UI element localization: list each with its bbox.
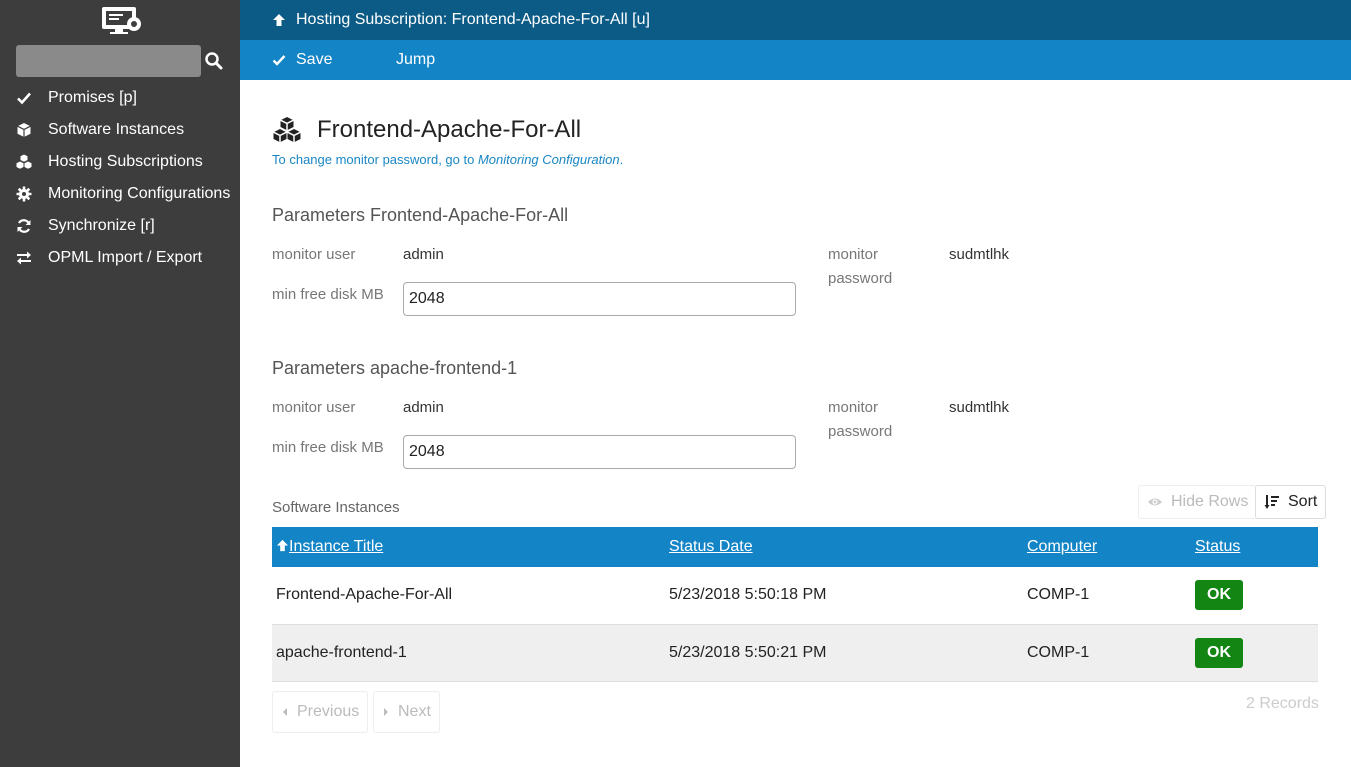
hint-suffix: . bbox=[619, 152, 624, 167]
gear-icon bbox=[16, 186, 32, 202]
monitor-user-label: monitor user bbox=[272, 399, 356, 416]
previous-label: Previous bbox=[297, 703, 360, 720]
column-status[interactable]: Status bbox=[1191, 527, 1318, 567]
min-free-disk-label: min free disk MB bbox=[272, 286, 384, 303]
cube-icon bbox=[16, 122, 32, 138]
column-instance-title[interactable]: Instance Title bbox=[272, 527, 665, 567]
jump-button[interactable]: Jump bbox=[396, 40, 435, 80]
search-box bbox=[16, 45, 226, 77]
monitor-password-label: password bbox=[828, 423, 893, 440]
instance-title-cell: apache-frontend-1 bbox=[276, 643, 407, 661]
exchange-icon bbox=[16, 250, 32, 266]
min-free-disk-label: min free disk MB bbox=[272, 439, 384, 456]
arrow-up-icon bbox=[276, 539, 289, 552]
sidebar-nav: Promises [p] Software Instances Hosting … bbox=[0, 82, 240, 274]
sidebar-item-label: Software Instances bbox=[48, 121, 185, 138]
sidebar-item-label: Promises [p] bbox=[48, 89, 137, 106]
min-free-disk-field[interactable] bbox=[403, 435, 796, 469]
instance-title-cell: Frontend-Apache-For-All bbox=[276, 586, 453, 604]
check-icon bbox=[272, 55, 286, 66]
computer-cell: COMP-1 bbox=[1027, 586, 1090, 604]
sidebar-item-synchronize[interactable]: Synchronize [r] bbox=[0, 210, 240, 242]
column-label: Status Date bbox=[669, 538, 753, 555]
computer-cell: COMP-1 bbox=[1027, 643, 1090, 661]
column-label: Status bbox=[1195, 538, 1241, 555]
monitor-password-value: sudmtlhk bbox=[949, 399, 1010, 416]
column-label: Computer bbox=[1027, 538, 1098, 555]
monitor-password-value: sudmtlhk bbox=[949, 246, 1010, 263]
save-button[interactable]: Save bbox=[272, 40, 332, 80]
column-label: Instance Title bbox=[289, 538, 384, 555]
sort-button[interactable]: Sort bbox=[1255, 485, 1327, 519]
sidebar: Promises [p] Software Instances Hosting … bbox=[0, 0, 240, 767]
sidebar-item-monitoring-configurations[interactable]: Monitoring Configurations bbox=[0, 178, 240, 210]
password-hint: To change monitor password, go to Monito… bbox=[272, 152, 623, 167]
hide-rows-button[interactable]: Hide Rows bbox=[1138, 485, 1258, 519]
monitor-password-label: monitor bbox=[828, 399, 879, 416]
cubes-icon bbox=[273, 117, 301, 143]
page-title: Frontend-Apache-For-All bbox=[317, 116, 582, 143]
hint-prefix: To change monitor password, go to bbox=[272, 152, 478, 167]
status-badge: OK bbox=[1195, 580, 1243, 611]
sidebar-item-software-instances[interactable]: Software Instances bbox=[0, 114, 240, 146]
search-icon[interactable] bbox=[204, 51, 224, 71]
sidebar-item-label: Synchronize [r] bbox=[48, 217, 155, 234]
table-header-row: Instance Title Status Date Computer Stat… bbox=[272, 527, 1318, 567]
sort-icon bbox=[1264, 495, 1279, 509]
caret-right-icon bbox=[384, 708, 388, 716]
column-computer[interactable]: Computer bbox=[1023, 527, 1191, 567]
title-row: Frontend-Apache-For-All bbox=[272, 116, 581, 144]
status-cell: OK bbox=[1191, 567, 1318, 624]
records-count: 2 Records bbox=[1246, 695, 1319, 712]
eye-icon bbox=[1148, 498, 1162, 506]
search-input[interactable] bbox=[16, 45, 201, 77]
next-button[interactable]: Next bbox=[373, 691, 440, 733]
action-bar: Save Jump bbox=[240, 40, 1351, 80]
section-title: Parameters Frontend-Apache-For-All bbox=[272, 205, 569, 225]
software-instances-table: Instance Title Status Date Computer Stat… bbox=[272, 527, 1318, 682]
monitor-user-value: admin bbox=[403, 246, 444, 263]
monitoring-configuration-link[interactable]: Monitoring Configuration bbox=[478, 152, 620, 167]
sidebar-item-opml-import-export[interactable]: OPML Import / Export bbox=[0, 242, 240, 274]
table-row[interactable]: Frontend-Apache-For-All 5/23/2018 5:50:1… bbox=[272, 567, 1318, 624]
page-header: Hosting Subscription: Frontend-Apache-Fo… bbox=[240, 0, 1351, 40]
min-free-disk-field[interactable] bbox=[403, 282, 796, 316]
status-date-cell: 5/23/2018 5:50:21 PM bbox=[669, 643, 827, 661]
table-row[interactable]: apache-frontend-1 5/23/2018 5:50:21 PM C… bbox=[272, 624, 1318, 681]
refresh-icon bbox=[16, 218, 32, 234]
arrow-up-icon[interactable] bbox=[272, 13, 286, 27]
save-label: Save bbox=[296, 51, 333, 68]
hide-rows-label: Hide Rows bbox=[1171, 493, 1249, 510]
monitor-password-label: password bbox=[828, 270, 893, 287]
sort-label: Sort bbox=[1288, 493, 1318, 510]
software-instances-label: Software Instances bbox=[272, 499, 400, 516]
header-title[interactable]: Hosting Subscription: Frontend-Apache-Fo… bbox=[296, 11, 650, 29]
check-icon bbox=[16, 90, 32, 106]
sidebar-item-label: Monitoring Configurations bbox=[48, 185, 231, 202]
sidebar-item-promises[interactable]: Promises [p] bbox=[0, 82, 240, 114]
monitor-user-value: admin bbox=[403, 399, 444, 416]
caret-left-icon bbox=[283, 708, 287, 716]
monitor-cog-icon[interactable] bbox=[100, 6, 142, 36]
sidebar-item-label: Hosting Subscriptions bbox=[48, 153, 203, 170]
cubes-icon bbox=[16, 154, 32, 170]
next-label: Next bbox=[398, 703, 431, 720]
sidebar-item-hosting-subscriptions[interactable]: Hosting Subscriptions bbox=[0, 146, 240, 178]
status-date-cell: 5/23/2018 5:50:18 PM bbox=[669, 586, 827, 604]
sidebar-item-label: OPML Import / Export bbox=[48, 249, 203, 266]
jump-label: Jump bbox=[396, 51, 436, 68]
column-status-date[interactable]: Status Date bbox=[665, 527, 1023, 567]
status-badge: OK bbox=[1195, 637, 1243, 668]
status-cell: OK bbox=[1191, 624, 1318, 681]
monitor-password-label: monitor bbox=[828, 246, 879, 263]
section-title: Parameters apache-frontend-1 bbox=[272, 358, 518, 378]
previous-button[interactable]: Previous bbox=[272, 691, 369, 733]
monitor-user-label: monitor user bbox=[272, 246, 356, 263]
